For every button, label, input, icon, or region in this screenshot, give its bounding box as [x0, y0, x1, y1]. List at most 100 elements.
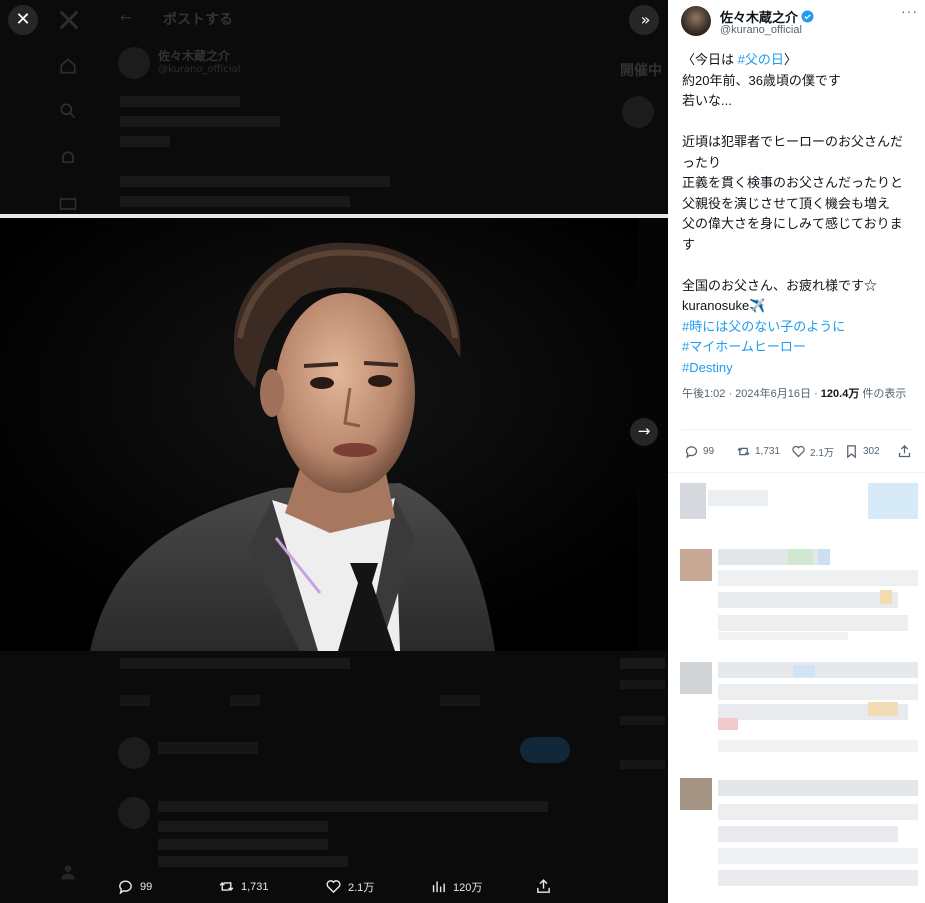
mail-icon [59, 198, 77, 210]
blurred-reply-box [718, 826, 898, 842]
blurred-reply-box [708, 490, 768, 506]
divider [682, 429, 912, 430]
post-photo [0, 214, 668, 651]
post-meta: 午後1:02 · 2024年6月16日 · 120.4万 件の表示 [682, 386, 914, 403]
blurred-reply-box [680, 549, 712, 581]
blurred-reply-box [788, 549, 813, 565]
background-author-name: 佐々木蔵之介 [158, 49, 231, 63]
blurred-reply-box [718, 740, 918, 752]
post-line-2: 約20年前、36歳頃の僕です [682, 72, 841, 88]
post-line-10: 全国のお父さん、お疲れ様です☆ [682, 277, 878, 293]
blurred-reply-box [718, 684, 918, 700]
portrait-image [0, 218, 668, 651]
post-line-11: kuranosuke✈️ [682, 298, 766, 313]
post-line-7: 父親役を演じさせて頂く機会も増え [682, 195, 891, 211]
hashtag-fathers-day[interactable]: #父の日 [738, 52, 784, 67]
blurred-reply-box [680, 483, 706, 519]
post-text: 〈今日は #父の日〉 約20年前、36歳頃の僕です 若いな... 近頃は犯罪者で… [682, 50, 920, 378]
post-line-1-suffix: 〉 [783, 52, 797, 67]
blurred-reply-box [793, 665, 815, 677]
blurred-reply-box [718, 780, 918, 796]
heart-icon [792, 445, 805, 458]
background-side-heading: 開催中 [620, 63, 662, 79]
more-options-button[interactable]: ··· [901, 3, 918, 19]
blurred-reply-box [718, 718, 738, 730]
hashtag-1[interactable]: #時には父のない子のように [682, 317, 920, 338]
verified-badge-icon [801, 10, 814, 23]
next-image-button[interactable]: → [630, 418, 658, 446]
bookmark-icon [847, 445, 856, 459]
post-views-value: 120.4万 [820, 388, 860, 400]
viewer-retweet-count: 1,731 [241, 880, 269, 893]
blurred-reply-box [880, 590, 892, 604]
share-icon [898, 444, 911, 458]
viewer-views-count: 120万 [453, 881, 483, 894]
blurred-reply-box [868, 702, 898, 716]
post-line-3: 若いな... [682, 93, 732, 108]
retweet-count: 1,731 [755, 446, 781, 457]
hashtag-2[interactable]: #マイホームヒーロー [682, 337, 920, 358]
bookmark-button[interactable]: 302 [844, 444, 880, 459]
blurred-reply-box [680, 662, 712, 694]
share-icon [537, 879, 550, 893]
background-side-avatar [622, 96, 654, 128]
blurred-reply-box [718, 632, 848, 640]
viewer-like-button[interactable]: 2.1万 [325, 878, 374, 895]
blurred-reply-box [718, 848, 918, 864]
views-icon [432, 881, 445, 893]
like-button[interactable]: 2.1万 [791, 444, 834, 459]
share-button[interactable] [897, 444, 912, 459]
home-icon [60, 58, 76, 74]
viewer-reply-count: 99 [140, 880, 153, 893]
toggle-panel-button[interactable]: » [629, 5, 659, 35]
reply-icon [119, 880, 132, 895]
post-line-9: す [682, 236, 696, 252]
search-icon [60, 103, 76, 119]
divider [668, 472, 925, 473]
post-views-label: 件の表示 [859, 388, 907, 400]
hashtag-3[interactable]: #Destiny [682, 358, 920, 379]
reply-icon [685, 446, 698, 459]
blurred-reply-box [718, 804, 918, 820]
like-count: 2.1万 [810, 448, 834, 459]
post-line-1-prefix: 〈今日は [682, 52, 738, 67]
viewer-reply-button[interactable]: 99 [117, 878, 152, 895]
blurred-reply-box [718, 570, 918, 586]
post-line-5: ったり [682, 154, 722, 170]
heart-icon [326, 880, 341, 894]
author-avatar[interactable] [681, 6, 711, 36]
background-author-handle: @kurano_official [158, 64, 241, 75]
viewer-retweet-button[interactable]: 1,731 [218, 878, 269, 895]
viewer-views-button[interactable]: 120万 [430, 878, 482, 895]
blurred-reply-box [868, 483, 918, 519]
background-author-avatar [118, 47, 150, 79]
post-line-1: 〈今日は #父の日〉 [682, 50, 920, 71]
reply-count: 99 [703, 446, 715, 457]
blurred-reply-box [818, 549, 830, 565]
retweet-button[interactable]: 1,731 [736, 444, 780, 459]
back-arrow-icon: ← [120, 10, 132, 26]
blurred-reply-box [718, 870, 918, 886]
retweet-icon [219, 881, 234, 892]
post-detail-panel: 佐々木蔵之介 @kurano_official ··· 〈今日は #父の日〉 約… [668, 0, 925, 903]
viewer-share-button[interactable] [535, 878, 552, 895]
blurred-reply-box [718, 662, 918, 678]
bookmark-count: 302 [863, 446, 880, 457]
blurred-reply-box [718, 615, 908, 631]
post-action-bar: 99 1,731 2.1万 302 [682, 444, 912, 462]
bell-icon [62, 151, 74, 163]
post-line-8: 父の偉大さを身にしみて感じておりま [682, 216, 903, 231]
close-button[interactable]: ✕ [8, 5, 38, 35]
author-handle[interactable]: @kurano_official [720, 24, 802, 36]
viewer-like-count: 2.1万 [348, 881, 375, 894]
media-viewer: ← ポストする 佐々木蔵之介 @kurano_official 開催中 ✕ » … [0, 0, 668, 903]
post-line-4: 近頃は犯罪者でヒーローのお父さんだ [682, 134, 904, 149]
retweet-icon [737, 447, 750, 456]
x-logo-icon [59, 10, 79, 30]
post-timestamp[interactable]: 午後1:02 · 2024年6月16日 · [682, 388, 821, 400]
post-line-6: 正義を貫く検事のお父さんだったりと [682, 175, 904, 190]
blurred-reply-box [680, 778, 712, 810]
blurred-reply-box [718, 592, 898, 608]
background-header-title: ポストする [163, 12, 233, 28]
reply-button[interactable]: 99 [684, 444, 714, 459]
